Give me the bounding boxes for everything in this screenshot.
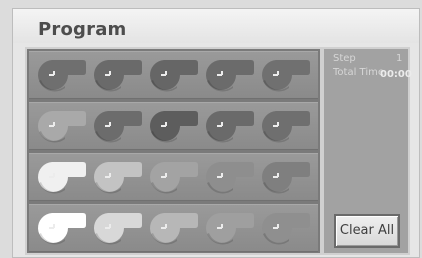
program-slot[interactable]	[147, 58, 199, 92]
fan-icon	[94, 111, 142, 143]
fan-icon	[262, 213, 310, 245]
fan-icon	[94, 60, 142, 92]
fan-icon	[206, 162, 254, 194]
fan-icon	[150, 162, 198, 194]
program-slot[interactable]	[259, 160, 311, 194]
program-slot[interactable]	[203, 211, 255, 245]
program-row-3	[29, 153, 318, 201]
program-slot[interactable]	[147, 160, 199, 194]
program-slot[interactable]	[259, 109, 311, 143]
fan-icon	[262, 162, 310, 194]
program-slot[interactable]	[91, 211, 143, 245]
fan-icon	[206, 213, 254, 245]
program-slot[interactable]	[91, 160, 143, 194]
program-window: Program Step 1 Total Time 00:00 Clear Al…	[12, 8, 420, 258]
program-slot[interactable]	[259, 58, 311, 92]
fan-icon	[94, 213, 142, 245]
program-slot[interactable]	[203, 58, 255, 92]
fan-icon	[38, 213, 86, 245]
program-row-2	[29, 102, 318, 150]
program-slot[interactable]	[35, 109, 87, 143]
program-slot[interactable]	[35, 58, 87, 92]
program-slot[interactable]	[203, 160, 255, 194]
title-bar: Program	[13, 9, 419, 43]
program-slot[interactable]	[91, 58, 143, 92]
fan-icon	[206, 111, 254, 143]
fan-icon	[206, 60, 254, 92]
fan-icon	[38, 111, 86, 143]
program-slot[interactable]	[203, 109, 255, 143]
program-row-1	[29, 51, 318, 99]
program-slot[interactable]	[147, 109, 199, 143]
program-row-4	[29, 204, 318, 252]
step-label: Step	[333, 53, 356, 64]
total-time-value: 00:00	[380, 69, 412, 80]
step-value: 1	[396, 53, 403, 64]
fan-icon	[38, 60, 86, 92]
fan-icon	[262, 60, 310, 92]
fan-icon	[150, 111, 198, 143]
program-grid	[25, 47, 322, 255]
fan-icon	[94, 162, 142, 194]
fan-icon	[150, 213, 198, 245]
program-slot[interactable]	[147, 211, 199, 245]
fan-icon	[38, 162, 86, 194]
info-panel: Step 1 Total Time 00:00 Clear All	[322, 47, 412, 255]
program-slot[interactable]	[35, 160, 87, 194]
program-slot[interactable]	[91, 109, 143, 143]
program-slot[interactable]	[35, 211, 87, 245]
window-title: Program	[38, 19, 127, 40]
clear-all-button[interactable]: Clear All	[334, 214, 400, 248]
fan-icon	[262, 111, 310, 143]
fan-icon	[150, 60, 198, 92]
program-slot[interactable]	[259, 211, 311, 245]
total-time-label: Total Time	[333, 67, 385, 78]
